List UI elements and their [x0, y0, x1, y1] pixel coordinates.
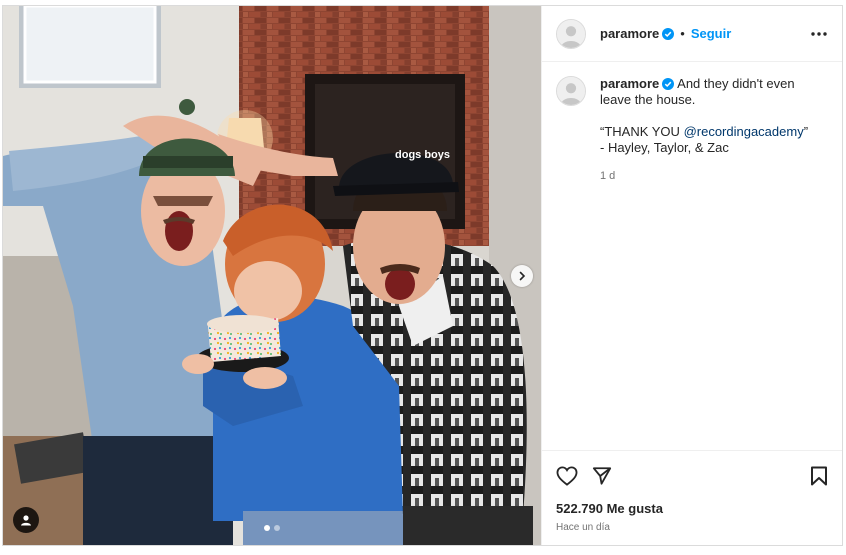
post-actions: 522.790 Me gusta Hace un día [542, 450, 842, 545]
follow-button[interactable]: Seguir [691, 26, 731, 41]
post-side-panel: paramore • Seguir paramore And they didn… [541, 6, 842, 545]
share-icon[interactable] [592, 466, 612, 486]
tagged-users-button[interactable] [13, 507, 39, 533]
post-header: paramore • Seguir [542, 6, 842, 62]
caption-timestamp[interactable]: 1 d [600, 168, 810, 184]
user-tag-icon [20, 514, 32, 526]
carousel-dot-active [264, 525, 270, 531]
mention-link[interactable]: @recordingacademy [684, 124, 804, 139]
carousel-indicator [264, 525, 280, 531]
caption-avatar[interactable] [556, 76, 586, 106]
bookmark-icon[interactable] [810, 466, 828, 486]
caption-thanks: “THANK YOU @recordingacademy” - Hayley, … [600, 124, 810, 156]
likes-count[interactable]: 522.790 Me gusta [556, 501, 828, 516]
post-caption: paramore And they didn't even leave the … [542, 62, 842, 184]
verified-badge-icon [662, 78, 675, 90]
caption-username[interactable]: paramore [600, 76, 659, 91]
post-time-ago[interactable]: Hace un día [556, 522, 828, 533]
carousel-dot [274, 525, 280, 531]
chevron-right-icon [517, 271, 527, 281]
heart-icon[interactable] [556, 466, 578, 486]
more-options-icon[interactable] [810, 31, 828, 37]
cap-text: dogs boys [395, 149, 450, 161]
post-modal: dogs boys paramore • Seguir paramore And… [2, 5, 843, 546]
post-media[interactable]: dogs boys [3, 6, 541, 545]
author-avatar[interactable] [556, 18, 586, 49]
next-photo-button[interactable] [511, 265, 533, 287]
header-separator: • [680, 26, 685, 41]
author-username[interactable]: paramore [600, 26, 659, 41]
post-photo: dogs boys [3, 6, 541, 545]
verified-badge-icon [662, 27, 675, 40]
caption-quote-start: “THANK YOU [600, 124, 684, 139]
caption-body: paramore And they didn't even leave the … [600, 76, 810, 184]
